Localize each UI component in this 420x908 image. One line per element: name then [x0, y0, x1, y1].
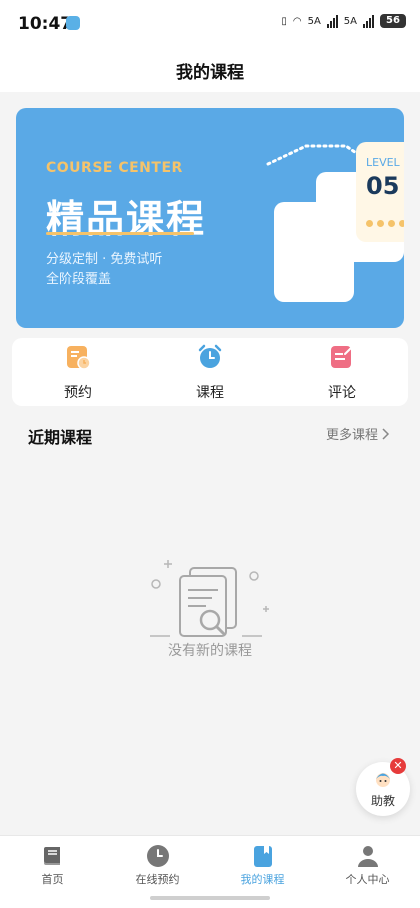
- status-time: 10:47: [18, 14, 73, 34]
- page-title: 我的课程: [176, 63, 244, 83]
- signal-2-label: 5A: [343, 15, 357, 27]
- level-card: LEVEL 05: [356, 142, 404, 242]
- chevron-right-icon: [382, 427, 390, 440]
- app-notification-icon: [66, 16, 80, 30]
- quick-action-booking[interactable]: 预约: [12, 338, 144, 406]
- alarm-clock-icon: [198, 344, 222, 368]
- bookmark-book-icon: [253, 846, 272, 867]
- level-number: 05: [366, 172, 400, 200]
- person-icon: [357, 846, 378, 867]
- close-icon[interactable]: ✕: [390, 758, 406, 774]
- quick-action-label: 课程: [196, 385, 224, 401]
- quick-action-label: 预约: [64, 385, 92, 401]
- signal-1-label: 5A: [307, 15, 321, 27]
- quick-action-label: 评论: [328, 385, 356, 401]
- empty-documents-icon: [150, 560, 269, 637]
- status-icons: ▯ ◠ 5A 5A 56: [281, 14, 406, 28]
- more-courses-label: 更多课程: [325, 428, 378, 443]
- clock-icon: [146, 845, 169, 867]
- quick-action-courses[interactable]: 课程: [144, 338, 276, 406]
- recent-courses-title: 近期课程: [28, 428, 93, 447]
- tab-home[interactable]: 首页: [0, 836, 105, 908]
- title-bar: 我的课程: [0, 48, 420, 92]
- wifi-icon: ◠: [292, 15, 302, 27]
- banner-underline: [46, 232, 194, 235]
- assistant-label: 助教: [370, 794, 395, 808]
- tab-profile[interactable]: 个人中心: [315, 836, 420, 908]
- tab-label: 我的课程: [240, 873, 285, 886]
- tab-label: 个人中心: [345, 873, 390, 886]
- calendar-clock-icon: [67, 346, 91, 370]
- signal-1-icon: [326, 14, 338, 28]
- vibrate-icon: ▯: [281, 15, 287, 27]
- banner-english-title: COURSE CENTER: [46, 160, 183, 176]
- assistant-avatar-icon: [376, 773, 390, 787]
- banner-subtitle-2: 全阶段覆盖: [46, 272, 112, 287]
- level-label: LEVEL: [366, 156, 400, 169]
- banner-subtitle-1: 分级定制 · 免费试听: [46, 252, 163, 267]
- tab-label: 首页: [41, 873, 64, 886]
- book-icon: [43, 847, 60, 865]
- tab-label: 在线预约: [135, 873, 180, 886]
- quick-action-comments[interactable]: 评论: [276, 338, 408, 406]
- course-banner[interactable]: COURSE CENTER 精品课程 分级定制 · 免费试听 全阶段覆盖 LEV…: [16, 108, 404, 328]
- status-bar: 10:47 ▯ ◠ 5A 5A 56: [0, 0, 420, 48]
- signal-2-icon: [363, 14, 374, 28]
- level-dots: [366, 220, 404, 227]
- empty-state-text: 没有新的课程: [168, 643, 252, 659]
- quick-actions: 预约 课程 评论: [12, 338, 408, 406]
- battery-icon: 56: [380, 14, 406, 28]
- more-courses-link[interactable]: 更多课程: [326, 424, 390, 443]
- assistant-button[interactable]: 助教 ✕: [356, 758, 410, 816]
- edit-note-icon: [331, 346, 352, 368]
- home-indicator[interactable]: [150, 896, 270, 900]
